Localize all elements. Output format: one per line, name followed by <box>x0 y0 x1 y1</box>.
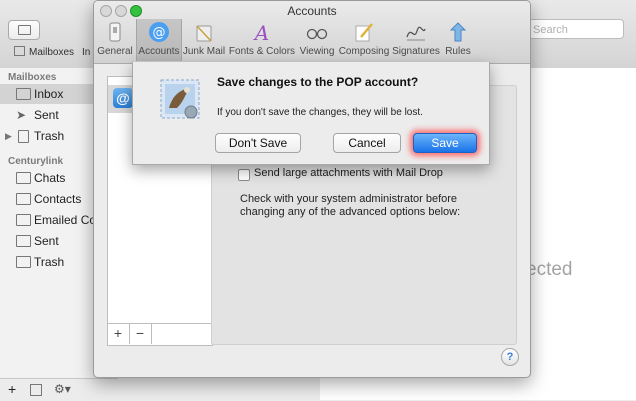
account-at-icon: @ <box>113 88 133 108</box>
mail-drop-checkbox[interactable] <box>238 169 250 181</box>
add-mailbox-button[interactable]: + <box>8 381 16 397</box>
advanced-options-note: Check with your system administrator bef… <box>240 193 461 218</box>
signature-icon <box>406 26 426 41</box>
tab-junk-mail[interactable]: Junk Mail <box>182 19 226 61</box>
rules-icon <box>449 22 467 42</box>
svg-text:A: A <box>253 21 269 43</box>
tab-general[interactable]: General <box>96 19 134 61</box>
sidebar-bottom-bar: + ⚙▾ <box>0 378 118 401</box>
tab-signatures[interactable]: Signatures <box>392 19 440 61</box>
disclosure-triangle-icon[interactable]: ▶ <box>5 126 12 146</box>
tab-accounts[interactable]: @ Accounts <box>136 19 182 61</box>
svg-text:@: @ <box>153 26 166 41</box>
add-account-button[interactable]: + <box>107 324 130 344</box>
tab-composing[interactable]: Composing <box>338 19 390 61</box>
compose-button[interactable] <box>8 20 40 40</box>
no-selection-text: ected <box>526 259 573 280</box>
dialog-title: Save changes to the POP account? <box>217 75 419 89</box>
favorite-inbox[interactable]: In <box>82 44 90 62</box>
favorite-mailboxes[interactable]: Mailboxes <box>14 44 74 62</box>
switch-icon <box>109 22 121 42</box>
tab-viewing[interactable]: Viewing <box>298 19 336 61</box>
section-header-mailboxes: Mailboxes <box>8 72 57 83</box>
accounts-preferences-window: Accounts General @ Accounts Junk Mail A … <box>93 0 531 378</box>
cancel-button[interactable]: Cancel <box>333 133 401 153</box>
save-button[interactable]: Save <box>413 133 477 153</box>
mail-stamp-icon <box>160 79 200 119</box>
inbox-icon <box>16 88 31 100</box>
trash-icon <box>196 25 212 42</box>
search-field[interactable]: Search <box>520 19 624 39</box>
glasses-icon <box>306 28 328 40</box>
font-icon: A <box>253 21 269 43</box>
folder-icon <box>16 193 31 205</box>
save-changes-sheet: Save changes to the POP account? If you … <box>132 62 490 165</box>
window-title: Accounts <box>287 4 337 18</box>
pencil-icon <box>355 23 373 42</box>
folder-icon <box>16 235 31 247</box>
trash-icon <box>18 130 29 143</box>
folder-icon <box>16 214 31 226</box>
tab-rules[interactable]: Rules <box>442 19 474 61</box>
dialog-message: If you don't save the changes, they will… <box>217 107 423 118</box>
gear-icon[interactable]: ⚙▾ <box>54 382 71 396</box>
dont-save-button[interactable]: Don't Save <box>215 133 301 153</box>
folder-icon <box>16 256 31 268</box>
folder-icon <box>16 172 31 184</box>
paper-plane-icon: ➤ <box>16 108 27 122</box>
mailboxes-icon <box>14 46 25 56</box>
help-button[interactable]: ? <box>501 348 519 366</box>
activity-icon[interactable] <box>30 384 42 396</box>
tab-fonts-colors[interactable]: A Fonts & Colors <box>228 19 296 61</box>
at-icon: @ <box>149 22 169 42</box>
mail-drop-label: Send large attachments with Mail Drop <box>254 167 443 179</box>
account-list-controls: + − <box>107 323 211 344</box>
section-header-account: Centurylink <box>8 156 64 167</box>
remove-account-button[interactable]: − <box>129 324 152 344</box>
